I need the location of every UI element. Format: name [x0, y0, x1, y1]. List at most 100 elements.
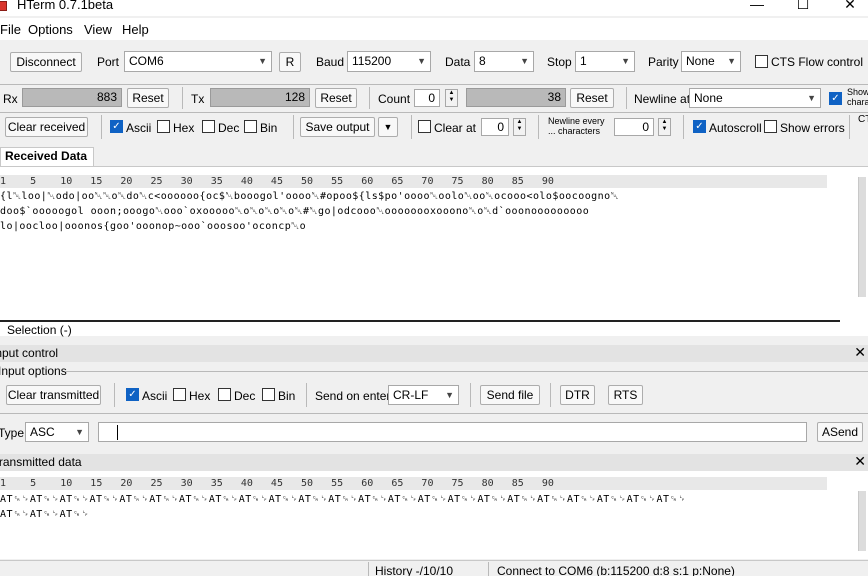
received-scrollbar[interactable]: [858, 177, 866, 297]
baud-value: 115200: [352, 54, 392, 68]
recv-ascii-label: Ascii: [126, 121, 152, 135]
newline-every-input[interactable]: 0: [614, 118, 654, 136]
menu-view[interactable]: View: [84, 22, 112, 37]
save-output-dropdown[interactable]: ▼: [378, 117, 398, 137]
recv-bin-checkbox[interactable]: [244, 120, 257, 133]
recv-dec-checkbox[interactable]: [202, 120, 215, 133]
recv-ascii-checkbox[interactable]: ✓: [110, 120, 123, 133]
clear-at-input[interactable]: 0: [481, 118, 509, 136]
clear-at-checkbox[interactable]: [418, 120, 431, 133]
port-select[interactable]: COM6 ▼: [124, 51, 272, 72]
recv-hex-label: Hex: [173, 121, 195, 135]
separator: [488, 562, 489, 576]
type-select[interactable]: ASC ▼: [25, 422, 89, 442]
newline-every-line-1: Newline every: [548, 116, 605, 126]
rx-reset-button[interactable]: Reset: [127, 88, 169, 108]
toolbar-divider: [0, 84, 868, 85]
minimize-button[interactable]: —: [737, 0, 777, 14]
show-errors-label: Show errors: [780, 121, 845, 135]
disconnect-button[interactable]: Disconnect: [10, 52, 82, 72]
input-options-label: Input options: [0, 364, 67, 378]
transmitted-ruler: 1 5 10 15 20 25 30 35 40 45 50 55 60 65 …: [0, 477, 827, 490]
recv-hex-checkbox[interactable]: [157, 120, 170, 133]
status-bar: History -/10/10 Connect to COM6 (b:11520…: [0, 560, 868, 576]
separator: [114, 383, 115, 407]
send-bin-checkbox[interactable]: [262, 388, 275, 401]
send-on-enter-select[interactable]: CR-LF ▼: [388, 385, 459, 405]
autoscroll-label: Autoscroll: [709, 121, 762, 135]
baud-label: Baud: [316, 55, 345, 69]
send-on-enter-label: Send on enter: [315, 389, 391, 403]
separator: [369, 87, 370, 109]
tx-reset-button[interactable]: Reset: [315, 88, 357, 108]
parity-label: Parity: [648, 55, 679, 69]
input-options-rule: [65, 371, 868, 372]
count-stepper[interactable]: ▲ ▼: [445, 89, 458, 107]
clear-at-stepper[interactable]: ▲ ▼: [513, 118, 526, 136]
rts-button[interactable]: RTS: [608, 385, 643, 405]
received-data-pane[interactable]: 1 5 10 15 20 25 30 35 40 45 50 55 60 65 …: [0, 166, 868, 337]
refresh-ports-button[interactable]: R: [279, 52, 301, 72]
separator: [550, 383, 551, 407]
data-bits-label: Data: [445, 55, 471, 69]
menu-file[interactable]: File: [0, 22, 21, 37]
transmitted-scrollbar[interactable]: [858, 491, 866, 551]
close-icon[interactable]: ✕: [854, 453, 866, 469]
clear-at-label: Clear at: [434, 121, 477, 135]
newline-every-stepper[interactable]: ▲ ▼: [658, 118, 671, 136]
count-input[interactable]: 0: [414, 89, 440, 107]
dtr-button[interactable]: DTR: [560, 385, 595, 405]
separator: [470, 383, 471, 407]
parity-value: None: [686, 54, 715, 68]
save-output-button[interactable]: Save output: [300, 117, 375, 137]
baud-select[interactable]: 115200 ▼: [347, 51, 431, 72]
autoscroll-checkbox[interactable]: ✓: [693, 120, 706, 133]
port-value: COM6: [129, 54, 164, 68]
close-button[interactable]: ✕: [830, 0, 868, 14]
selection-label: Selection (-): [7, 323, 72, 337]
send-ascii-checkbox[interactable]: ✓: [126, 388, 139, 401]
clear-received-button[interactable]: Clear received: [5, 117, 88, 137]
transmitted-data-title: Transmitted data: [0, 455, 82, 469]
received-ruler: 1 5 10 15 20 25 30 35 40 45 50 55 60 65 …: [0, 175, 827, 188]
cts-cut-label: CT: [858, 114, 868, 125]
history-status: History -/10/10: [375, 564, 454, 576]
maximize-button[interactable]: ☐: [783, 0, 823, 14]
chevron-down-icon: ▼: [75, 427, 84, 437]
tx-counter: 128: [210, 88, 310, 107]
show-errors-checkbox[interactable]: [764, 120, 777, 133]
separator: [626, 87, 627, 109]
newline-every-line-2: ... characters: [548, 126, 601, 136]
newline-at-label: Newline at: [634, 92, 691, 106]
chevron-down-icon: ▼: [621, 56, 630, 66]
clear-transmitted-button[interactable]: Clear transmitted: [6, 385, 101, 405]
send-hex-checkbox[interactable]: [173, 388, 186, 401]
transmitted-data-pane[interactable]: 1 5 10 15 20 25 30 35 40 45 50 55 60 65 …: [0, 471, 868, 559]
stop-bits-select[interactable]: 1 ▼: [575, 51, 635, 72]
newline-at-value: None: [694, 91, 723, 105]
menu-help[interactable]: Help: [122, 22, 149, 37]
input-control-title: Input control: [0, 346, 59, 360]
menu-options[interactable]: Options: [28, 22, 73, 37]
chevron-down-icon: ▼: [520, 56, 529, 66]
port-label: Port: [97, 55, 120, 69]
parity-select[interactable]: None ▼: [681, 51, 741, 72]
send-file-button[interactable]: Send file: [480, 385, 540, 405]
show-characters-label: Show chara: [847, 87, 868, 107]
chevron-down-icon: ▼: [445, 390, 454, 400]
selection-divider: [0, 320, 840, 322]
show-characters-checkbox[interactable]: ✓: [829, 92, 842, 105]
separator: [411, 115, 412, 139]
transmitted-line-2: AT␍␊AT␍␊AT␍␊: [0, 509, 90, 520]
data-bits-select[interactable]: 8 ▼: [474, 51, 534, 72]
count-reset-button[interactable]: Reset: [570, 88, 614, 108]
newline-at-select[interactable]: None ▼: [689, 88, 821, 108]
separator: [368, 562, 369, 576]
cts-flow-checkbox[interactable]: [755, 55, 768, 68]
close-icon[interactable]: ✕: [854, 344, 866, 360]
asend-button[interactable]: ASend: [817, 422, 863, 442]
tab-received-data[interactable]: Received Data: [0, 147, 94, 166]
send-dec-checkbox[interactable]: [218, 388, 231, 401]
type-value: ASC: [30, 425, 55, 439]
send-input[interactable]: [98, 422, 807, 442]
